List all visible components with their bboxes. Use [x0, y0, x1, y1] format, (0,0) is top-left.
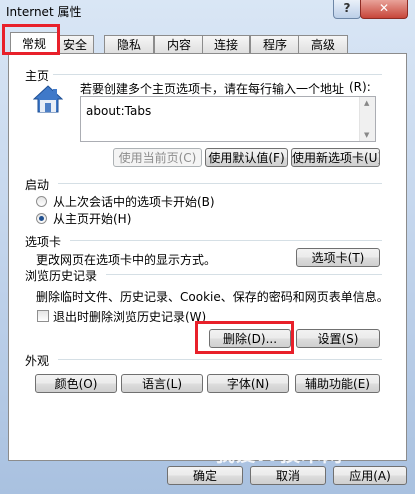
tab-security[interactable]: 安全 — [56, 35, 94, 54]
textarea-scrollbar[interactable]: ▲ ▼ — [359, 97, 375, 141]
tabs-group-line — [70, 240, 382, 241]
help-button[interactable]: ? — [333, 0, 361, 19]
startup-group-line — [58, 183, 382, 184]
homepage-group-line — [40, 74, 382, 75]
watermark-text: 我爱IT技术网 — [215, 442, 344, 466]
delete-on-exit-checkbox[interactable] — [37, 310, 49, 322]
startup-option-homepage: 从主页开始(H) — [53, 212, 132, 226]
scroll-down-icon[interactable]: ▼ — [364, 131, 369, 139]
scroll-up-icon[interactable]: ▲ — [364, 99, 369, 107]
history-desc: 删除临时文件、历史记录、Cookie、保存的密码和网页表单信息。 — [36, 290, 389, 304]
tab-privacy[interactable]: 隐私 — [104, 35, 154, 54]
history-group-line — [106, 274, 382, 275]
accessibility-button[interactable]: 辅助功能(E) — [295, 374, 380, 393]
title-bar: Internet 属性 ? ✕ — [0, 0, 415, 22]
delete-on-exit-label: 退出时删除浏览历史记录(W) — [53, 310, 207, 324]
homepage-group-label: 主页 — [25, 67, 54, 84]
homepage-desc: 若要创建多个主页选项卡，请在每行输入一个地址 — [80, 82, 345, 96]
close-button[interactable]: ✕ — [360, 0, 408, 19]
use-new-tab-button[interactable]: 使用新选项卡(U) — [291, 148, 380, 167]
appearance-group-label: 外观 — [25, 352, 54, 369]
tabs-group-desc: 更改网页在选项卡中的显示方式。 — [36, 253, 217, 267]
use-default-button[interactable]: 使用默认值(F) — [205, 148, 288, 167]
ok-button[interactable]: 确定 — [167, 466, 243, 485]
startup-radio-homepage[interactable] — [36, 213, 47, 224]
startup-radio-last-session[interactable] — [36, 196, 47, 207]
tab-advanced[interactable]: 高级 — [298, 35, 348, 54]
tabs-settings-button[interactable]: 选项卡(T) — [296, 248, 380, 267]
colors-button[interactable]: 颜色(O) — [35, 374, 117, 393]
startup-group-label: 启动 — [25, 176, 54, 193]
homepage-desc-key: (R): — [349, 80, 371, 94]
highlight-box-tab — [2, 24, 60, 55]
languages-button[interactable]: 语言(L) — [121, 374, 203, 393]
use-current-button[interactable]: 使用当前页(C) — [113, 148, 202, 167]
tab-programs[interactable]: 程序 — [250, 35, 300, 54]
homepage-address-value: about:Tabs — [86, 104, 152, 118]
tabs-group-label: 选项卡 — [25, 233, 66, 250]
tab-strip: 常规 安全 隐私 内容 连接 程序 高级 — [8, 32, 408, 55]
history-settings-button[interactable]: 设置(S) — [296, 329, 380, 348]
appearance-group-line — [58, 359, 382, 360]
home-icon — [33, 85, 63, 113]
highlight-box-delete — [195, 321, 294, 354]
startup-option-last-session: 从上次会话中的选项卡开始(B) — [53, 195, 215, 209]
tab-connections[interactable]: 连接 — [202, 35, 250, 54]
window-title: Internet 属性 — [6, 5, 82, 19]
cancel-button[interactable]: 取消 — [250, 466, 326, 485]
history-group-label: 浏览历史记录 — [25, 267, 102, 284]
apply-button[interactable]: 应用(A) — [333, 466, 407, 485]
internet-properties-window: Internet 属性 ? ✕ 常规 安全 隐私 内容 连接 程序 高级 主页 … — [0, 0, 415, 494]
homepage-address-input[interactable]: about:Tabs ▲ ▼ — [80, 96, 376, 142]
fonts-button[interactable]: 字体(N) — [207, 374, 289, 393]
tab-content[interactable]: 内容 — [154, 35, 204, 54]
